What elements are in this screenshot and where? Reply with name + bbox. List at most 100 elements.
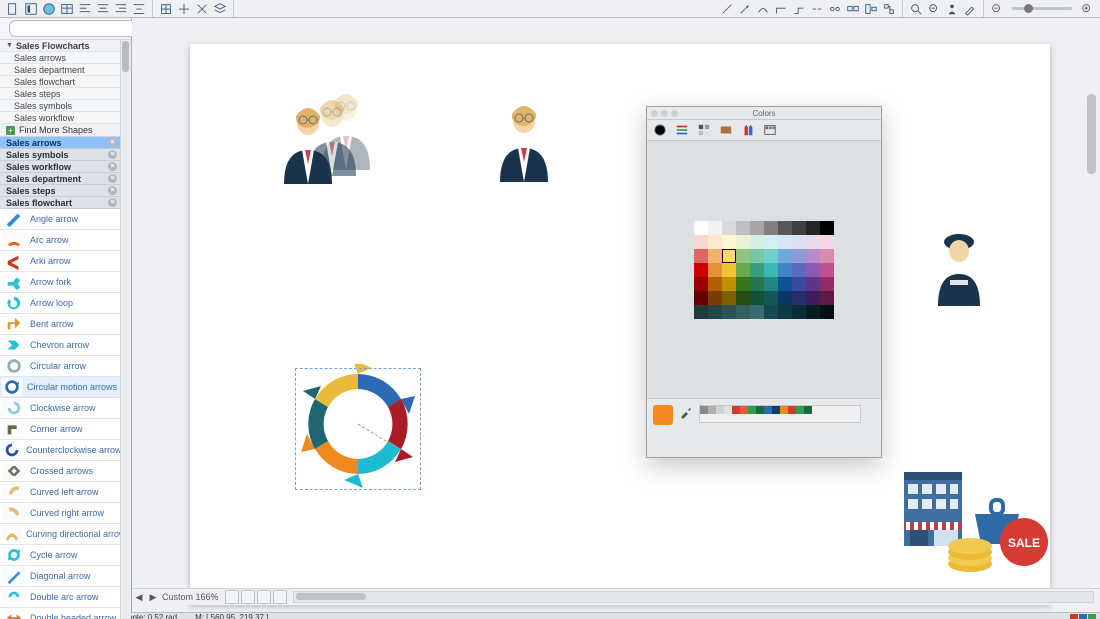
zoom-label[interactable]: Custom 166% [162,592,219,602]
recent-swatch[interactable] [844,414,852,422]
swatch[interactable] [806,235,820,249]
shape-row[interactable]: Curving directional arrow [0,524,120,545]
swatch[interactable] [750,277,764,291]
swatch[interactable] [736,249,750,263]
shape-row[interactable]: Bent arrow [0,314,120,335]
recent-swatch[interactable] [788,406,796,414]
paint-icon[interactable] [962,1,978,17]
swatch[interactable] [722,263,736,277]
shape-row[interactable]: Corner arrow [0,419,120,440]
crayons-icon[interactable] [739,122,757,138]
swatch[interactable] [778,221,792,235]
connect-line-icon[interactable] [755,1,771,17]
recent-swatch[interactable] [748,414,756,422]
close-icon[interactable]: × [108,198,117,207]
swatch[interactable] [722,291,736,305]
swatch[interactable] [694,263,708,277]
section-row[interactable]: Sales steps× [0,185,120,197]
recent-swatch[interactable] [852,406,860,414]
swatch[interactable] [736,305,750,319]
swatch[interactable] [764,221,778,235]
swatch[interactable] [750,249,764,263]
zoom-in-small-icon[interactable] [1079,1,1095,17]
swatch[interactable] [820,305,834,319]
recent-swatch[interactable] [828,406,836,414]
close-icon[interactable]: × [108,186,117,195]
shape-row[interactable]: Diagonal arrow [0,566,120,587]
recent-swatch[interactable] [700,406,708,414]
swatch[interactable] [722,277,736,291]
swatch[interactable] [792,305,806,319]
person-icon[interactable] [944,1,960,17]
shape-row[interactable]: Cycle arrow [0,545,120,566]
shape-row[interactable]: Arc arrow [0,230,120,251]
swatch[interactable] [708,305,722,319]
shape-row[interactable]: Clockwise arrow [0,398,120,419]
swatch[interactable] [792,221,806,235]
recent-swatch[interactable] [812,406,820,414]
recent-swatch[interactable] [764,406,772,414]
recent-swatch[interactable] [780,406,788,414]
connect-orth-icon[interactable] [773,1,789,17]
swatch[interactable] [806,305,820,319]
recent-swatch[interactable] [708,414,716,422]
snap-icon[interactable] [176,1,192,17]
line-tool-icon[interactable] [719,1,735,17]
sliders-icon[interactable] [673,122,691,138]
swatch[interactable] [694,235,708,249]
viewmode-2[interactable] [241,590,255,604]
recent-swatch[interactable] [764,414,772,422]
swatch[interactable] [708,235,722,249]
swatch[interactable] [764,277,778,291]
distribute-icon[interactable] [131,1,147,17]
close-icon[interactable]: × [108,138,117,147]
status-color-green[interactable] [1088,614,1096,619]
recent-swatch[interactable] [780,414,788,422]
break-link-icon[interactable] [809,1,825,17]
shape-row[interactable]: Arrow fork [0,272,120,293]
recent-swatch[interactable] [844,406,852,414]
recent-swatch[interactable] [740,406,748,414]
swatch[interactable] [820,291,834,305]
shape-row[interactable]: Arrow loop [0,293,120,314]
recent-swatch[interactable] [756,414,764,422]
shape-row[interactable]: Chevron arrow [0,335,120,356]
spectrum-icon[interactable] [717,122,735,138]
recent-swatch[interactable] [796,414,804,422]
swatch[interactable] [750,291,764,305]
shape-row[interactable]: Arki arrow [0,251,120,272]
swatch[interactable] [778,263,792,277]
viewmode-1[interactable] [225,590,239,604]
swatch[interactable] [778,235,792,249]
recent-swatch[interactable] [812,414,820,422]
multi-select-icon[interactable] [845,1,861,17]
recent-swatch[interactable] [820,406,828,414]
window-traffic-lights[interactable] [651,110,678,117]
swatch[interactable] [778,249,792,263]
swatch[interactable] [764,291,778,305]
section-row[interactable]: Sales arrows× [0,137,120,149]
page-prev-icon[interactable]: ◀ [132,590,146,604]
swatches-icon[interactable] [695,122,713,138]
recent-swatch[interactable] [748,406,756,414]
swatch-grid[interactable] [694,221,834,319]
align-left-icon[interactable] [77,1,93,17]
shape-row[interactable]: Curved left arrow [0,482,120,503]
recent-swatch[interactable] [836,414,844,422]
align-group-icon[interactable] [863,1,879,17]
recent-swatch[interactable] [804,414,812,422]
recent-swatch[interactable] [804,406,812,414]
viewmode-3[interactable] [257,590,271,604]
shape-row[interactable]: Circular arrow [0,356,120,377]
recent-swatch[interactable] [820,414,828,422]
swatch[interactable] [764,305,778,319]
recent-swatch[interactable] [852,414,860,422]
tree-child[interactable]: Sales department [0,64,120,76]
recent-swatch[interactable] [828,414,836,422]
swatch[interactable] [750,305,764,319]
guides-icon[interactable] [194,1,210,17]
shape-store-sale[interactable]: SALE [900,464,1050,584]
swatch[interactable] [736,277,750,291]
table-icon[interactable] [59,1,75,17]
tree-child[interactable]: Sales symbols [0,100,120,112]
